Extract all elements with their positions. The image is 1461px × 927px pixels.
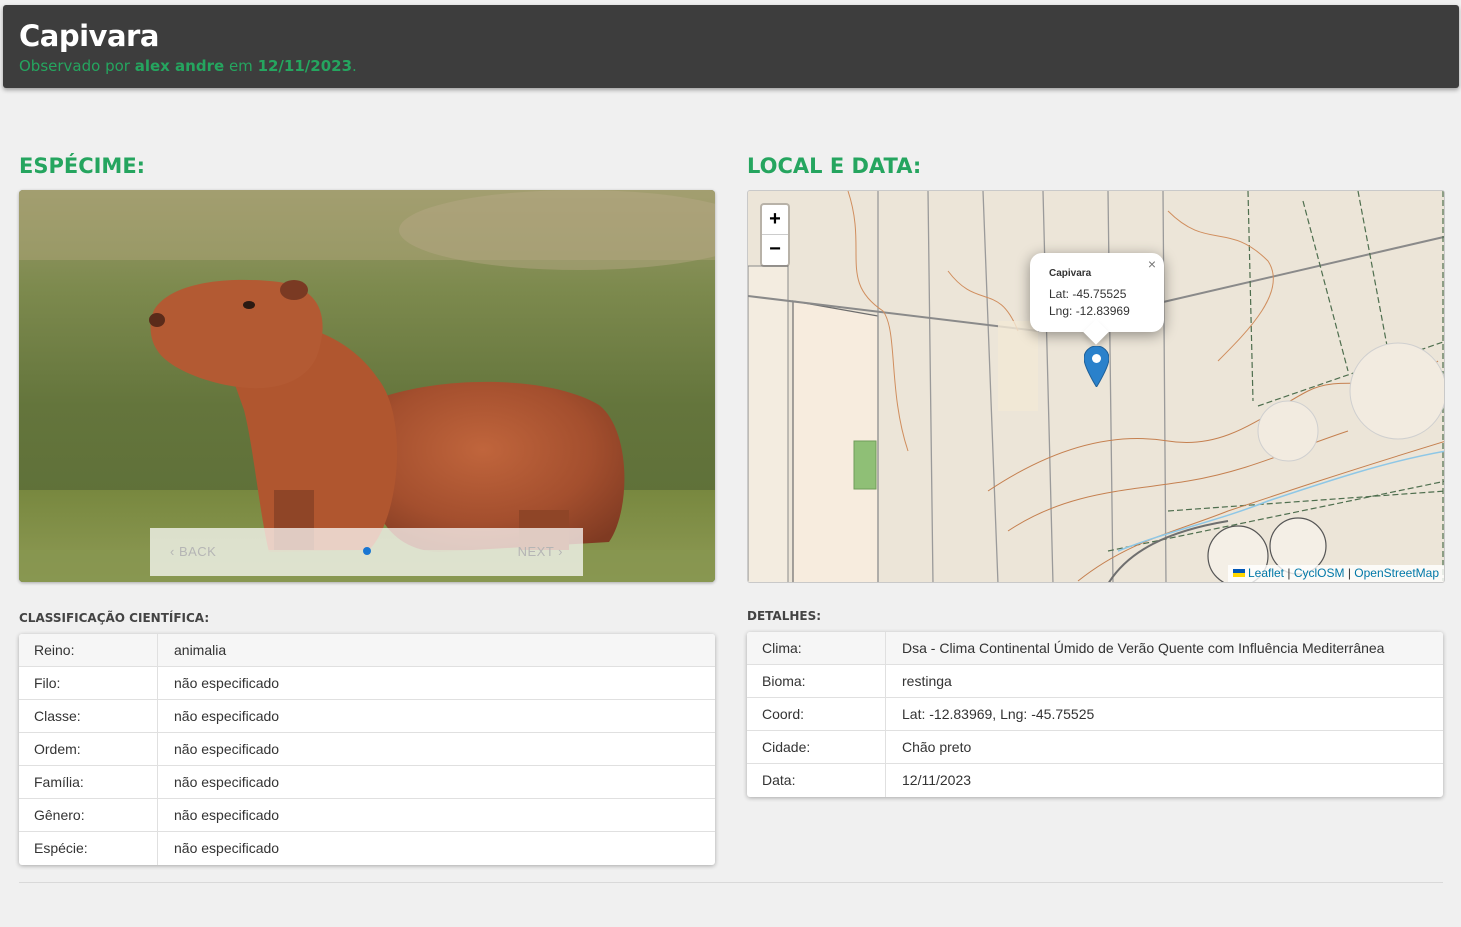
location-map[interactable]: + − × Capivara Lat: -45.75525 Lng: -12.8… xyxy=(747,190,1445,583)
observation-header: Capivara Observado por alex andre em 12/… xyxy=(3,5,1459,88)
classification-table: Reino: animalia Filo: não especificado Cla… xyxy=(19,634,715,865)
popup-lng: Lng: -12.83969 xyxy=(1049,304,1130,318)
row-label: Família: xyxy=(19,766,158,798)
chevron-left-icon: ‹ xyxy=(170,544,179,559)
table-row: Coord: Lat: -12.83969, Lng: -45.75525 xyxy=(747,698,1443,731)
table-row: Bioma: restinga xyxy=(747,665,1443,698)
row-value: não especificado xyxy=(174,840,280,856)
row-label: Bioma: xyxy=(747,665,886,697)
leaflet-link[interactable]: Leaflet xyxy=(1248,566,1284,580)
subtitle-suffix: . xyxy=(352,57,357,75)
location-title: LOCAL E DATA: xyxy=(747,154,922,178)
capybara-image xyxy=(19,190,715,582)
observation-date: 12/11/2023 xyxy=(257,57,353,75)
row-label: Coord: xyxy=(747,698,886,730)
row-label: Filo: xyxy=(19,667,158,699)
specimen-photo: ‹ BACK NEXT › xyxy=(19,190,715,582)
row-value: não especificado xyxy=(174,807,280,823)
table-row: Data: 12/11/2023 xyxy=(747,764,1443,797)
zoom-out-button[interactable]: − xyxy=(762,235,788,265)
observation-subtitle: Observado por alex andre em 12/11/2023. xyxy=(19,57,357,75)
carousel-back-button[interactable]: ‹ BACK xyxy=(170,544,216,559)
row-label: Gênero: xyxy=(19,799,158,831)
details-title: DETALHES: xyxy=(747,609,822,623)
row-label: Data: xyxy=(747,764,886,797)
table-row: Família: não especificado xyxy=(19,766,715,799)
date-prefix: em xyxy=(224,57,258,75)
chevron-right-icon: › xyxy=(554,544,563,559)
observed-prefix: Observado por xyxy=(19,57,135,75)
row-value: não especificado xyxy=(174,675,280,691)
popup-lat: Lat: -45.75525 xyxy=(1049,287,1127,301)
row-value: Lat: -12.83969, Lng: -45.75525 xyxy=(902,706,1095,722)
page-title: Capivara xyxy=(19,19,159,53)
map-marker-icon[interactable] xyxy=(1084,346,1109,387)
map-attribution: Leaflet | CyclOSM | OpenStreetMap xyxy=(1227,565,1444,582)
table-row: Filo: não especificado xyxy=(19,667,715,700)
table-row: Gênero: não especificado xyxy=(19,799,715,832)
attribution-separator: | xyxy=(1344,566,1355,580)
row-value: não especificado xyxy=(174,708,280,724)
row-label: Espécie: xyxy=(19,832,158,865)
row-value: 12/11/2023 xyxy=(902,772,972,788)
row-value: Chão preto xyxy=(902,739,972,755)
specimen-title: ESPÉCIME: xyxy=(19,154,146,178)
row-label: Cidade: xyxy=(747,731,886,763)
table-row: Reino: animalia xyxy=(19,634,715,667)
back-label: BACK xyxy=(178,544,217,559)
map-popup: × Capivara Lat: -45.75525 Lng: -12.83969 xyxy=(1030,253,1164,345)
row-label: Ordem: xyxy=(19,733,158,765)
footer-divider xyxy=(19,882,1443,883)
popup-title: Capivara xyxy=(1049,268,1092,279)
attribution-separator: | xyxy=(1284,566,1294,580)
carousel-stepper: ‹ BACK NEXT › xyxy=(150,528,583,576)
row-value: não especificado xyxy=(174,741,280,757)
map-tiles xyxy=(748,191,1444,582)
observer-name: alex andre xyxy=(134,57,225,75)
openstreetmap-link[interactable]: OpenStreetMap xyxy=(1354,566,1439,580)
row-value: restinga xyxy=(902,673,952,689)
classification-title: CLASSIFICAÇÃO CIENTÍFICA: xyxy=(19,611,210,625)
row-value: Dsa - Clima Continental Úmido de Verão Q… xyxy=(902,640,1385,656)
popup-close-icon[interactable]: × xyxy=(1148,256,1156,272)
carousel-next-button[interactable]: NEXT › xyxy=(518,544,563,559)
zoom-in-button[interactable]: + xyxy=(762,205,788,235)
carousel-step-dot[interactable] xyxy=(363,547,371,555)
ukraine-flag-icon xyxy=(1232,569,1245,577)
table-row: Clima: Dsa - Clima Continental Úmido de V… xyxy=(747,632,1443,665)
details-table: Clima: Dsa - Clima Continental Úmido de V… xyxy=(747,632,1443,797)
row-label: Clima: xyxy=(747,632,886,664)
row-label: Classe: xyxy=(19,700,158,732)
cyclosm-link[interactable]: CyclOSM xyxy=(1294,566,1345,580)
row-value: não especificado xyxy=(174,774,280,790)
row-label: Reino: xyxy=(19,634,158,666)
table-row: Espécie: não especificado xyxy=(19,832,715,865)
table-row: Ordem: não especificado xyxy=(19,733,715,766)
table-row: Classe: não especificado xyxy=(19,700,715,733)
row-value: animalia xyxy=(174,642,227,658)
next-label: NEXT xyxy=(517,544,555,559)
zoom-control: + − xyxy=(760,203,790,267)
table-row: Cidade: Chão preto xyxy=(747,731,1443,764)
